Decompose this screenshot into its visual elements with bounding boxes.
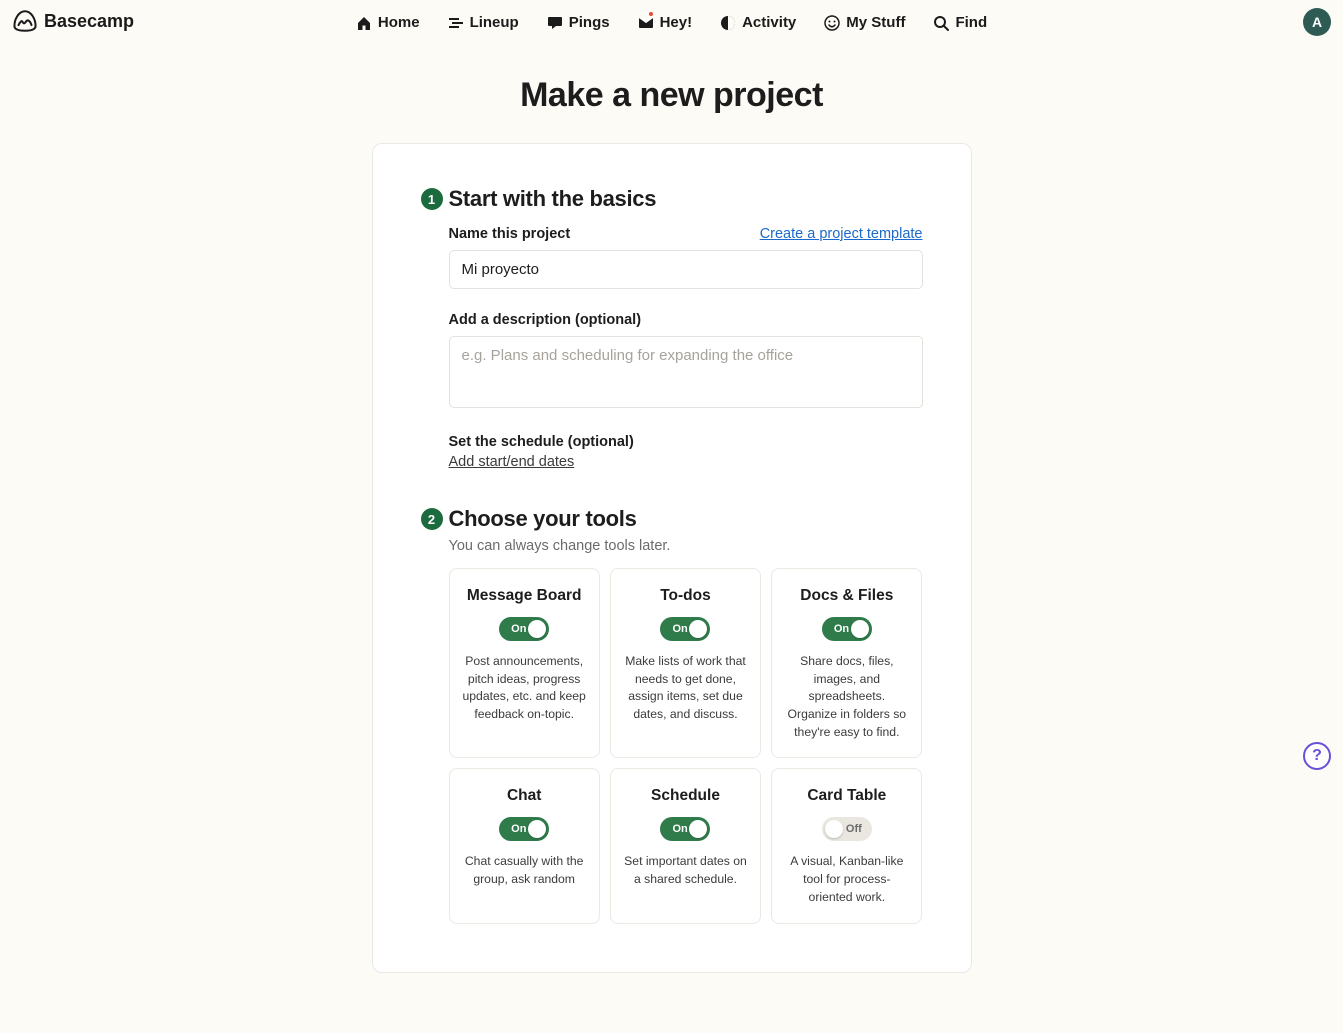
page-title: Make a new project	[0, 76, 1343, 115]
step-1: 1 Start with the basics Name this projec…	[421, 186, 923, 470]
tool-title: Card Table	[784, 787, 909, 805]
nav-home[interactable]: Home	[356, 14, 420, 31]
nav-lineup-label: Lineup	[470, 14, 519, 31]
nav-find[interactable]: Find	[933, 14, 987, 31]
avatar-initial: A	[1312, 14, 1322, 30]
tool-card-2: Docs & Files On Share docs, files, images,…	[771, 568, 922, 758]
new-project-panel: 1 Start with the basics Name this projec…	[372, 143, 972, 973]
tool-desc: A visual, Kanban-like tool for process-o…	[784, 853, 909, 906]
project-description-input[interactable]	[449, 336, 923, 408]
nav-home-label: Home	[378, 14, 420, 31]
step-1-number: 1	[421, 188, 443, 210]
create-template-link[interactable]: Create a project template	[760, 226, 923, 242]
activity-icon	[720, 15, 736, 31]
toggle-knob	[528, 820, 546, 838]
add-dates-link[interactable]: Add start/end dates	[449, 454, 575, 470]
nav-find-label: Find	[955, 14, 987, 31]
logo-text: Basecamp	[44, 11, 134, 32]
toggle-knob	[851, 620, 869, 638]
hey-notification-dot	[647, 10, 655, 18]
tool-toggle[interactable]: Off	[822, 817, 872, 841]
main-nav: Home Lineup Pings Hey! Activity My Stuff…	[356, 14, 987, 31]
logo[interactable]: Basecamp	[12, 8, 134, 34]
tool-title: Docs & Files	[784, 587, 909, 605]
pings-icon	[547, 15, 563, 31]
step-2-heading: Choose your tools	[449, 506, 923, 532]
step-1-heading: Start with the basics	[449, 186, 923, 212]
find-icon	[933, 15, 949, 31]
basecamp-logo-icon	[12, 8, 38, 34]
tool-toggle[interactable]: On	[499, 617, 549, 641]
toggle-label: On	[672, 617, 687, 641]
tool-desc: Post announcements, pitch ideas, progres…	[462, 653, 587, 724]
tool-desc: Share docs, files, images, and spreadshe…	[784, 653, 909, 741]
topbar: Basecamp Home Lineup Pings Hey! Activity…	[0, 0, 1343, 46]
nav-pings-label: Pings	[569, 14, 610, 31]
toggle-label: On	[511, 617, 526, 641]
mystuff-icon	[824, 15, 840, 31]
tool-card-5: Card Table Off A visual, Kanban-like tool …	[771, 768, 922, 923]
tool-desc: Set important dates on a shared schedule…	[623, 853, 748, 888]
toggle-knob	[825, 820, 843, 838]
tool-card-4: Schedule On Set important dates on a share…	[610, 768, 761, 923]
nav-pings[interactable]: Pings	[547, 14, 610, 31]
tool-title: Chat	[462, 787, 587, 805]
nav-mystuff[interactable]: My Stuff	[824, 14, 905, 31]
tool-card-1: To-dos On Make lists of work that needs to…	[610, 568, 761, 758]
toggle-label: On	[511, 817, 526, 841]
help-button[interactable]: ?	[1303, 742, 1331, 770]
toggle-knob	[689, 820, 707, 838]
step-2-sub: You can always change tools later.	[449, 538, 923, 554]
tool-desc: Chat casually with the group, ask random	[462, 853, 587, 888]
home-icon	[356, 15, 372, 31]
nav-hey-label: Hey!	[660, 14, 693, 31]
nav-hey[interactable]: Hey!	[638, 14, 693, 31]
schedule-label: Set the schedule (optional)	[449, 434, 634, 450]
step-2-number: 2	[421, 508, 443, 530]
nav-activity[interactable]: Activity	[720, 14, 796, 31]
tool-card-0: Message Board On Post announcements, pitch…	[449, 568, 600, 758]
tool-toggle[interactable]: On	[660, 617, 710, 641]
tool-title: To-dos	[623, 587, 748, 605]
toggle-label: Off	[846, 817, 862, 841]
step-2: 2 Choose your tools You can always chang…	[421, 506, 923, 924]
tool-toggle[interactable]: On	[499, 817, 549, 841]
lineup-icon	[448, 15, 464, 31]
toggle-label: On	[672, 817, 687, 841]
project-description-label: Add a description (optional)	[449, 312, 642, 328]
avatar[interactable]: A	[1303, 8, 1331, 36]
tool-toggle[interactable]: On	[660, 817, 710, 841]
help-icon: ?	[1312, 747, 1322, 765]
toggle-knob	[689, 620, 707, 638]
tool-desc: Make lists of work that needs to get don…	[623, 653, 748, 724]
tool-title: Message Board	[462, 587, 587, 605]
tool-toggle[interactable]: On	[822, 617, 872, 641]
nav-mystuff-label: My Stuff	[846, 14, 905, 31]
tool-title: Schedule	[623, 787, 748, 805]
tools-grid: Message Board On Post announcements, pitch…	[449, 568, 923, 924]
project-name-label: Name this project	[449, 226, 571, 242]
project-name-input[interactable]	[449, 250, 923, 289]
toggle-label: On	[834, 617, 849, 641]
nav-lineup[interactable]: Lineup	[448, 14, 519, 31]
tool-card-3: Chat On Chat casually with the group, ask …	[449, 768, 600, 923]
nav-activity-label: Activity	[742, 14, 796, 31]
toggle-knob	[528, 620, 546, 638]
